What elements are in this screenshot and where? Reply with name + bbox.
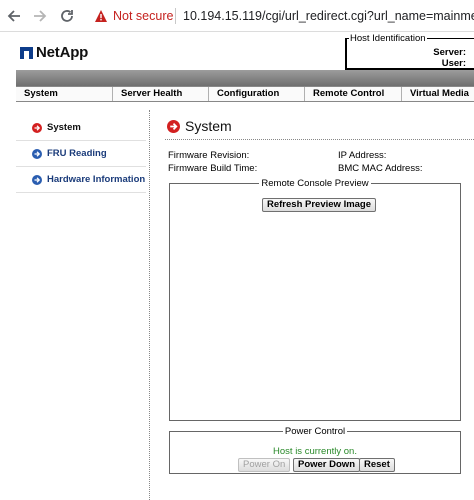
netapp-logo-icon [20,46,33,59]
host-identification-legend: Host Identification [349,33,427,44]
sidebar-item-hardware-information[interactable]: Hardware Information [16,167,146,193]
page-title-text: System [185,118,232,134]
blue-arrow-icon [32,174,42,185]
remote-console-preview-box: Remote Console Preview [169,178,461,421]
host-status-text: Host is currently on. [273,446,357,457]
user-label: User: [441,58,466,69]
menu-server-health[interactable]: Server Health [113,87,209,101]
power-down-button[interactable]: Power Down [293,458,361,472]
page-title: System [167,118,232,134]
sidebar-item-label: System [47,122,81,133]
reload-icon [61,10,73,22]
warning-icon [95,10,107,22]
firmware-build-time-label: Firmware Build Time: [168,163,258,174]
menu-system[interactable]: System [16,87,113,101]
reset-button[interactable]: Reset [359,458,395,472]
menu-configuration[interactable]: Configuration [209,87,305,101]
sidebar-item-fru-reading[interactable]: FRU Reading [16,141,146,167]
refresh-preview-button[interactable]: Refresh Preview Image [262,198,377,212]
sidebar-item-system[interactable]: System [16,115,146,141]
sidebar-item-label: Hardware Information [47,174,146,185]
back-button[interactable] [4,6,24,26]
host-identification-box: Host Identification Server: User: [345,33,474,70]
blue-arrow-icon [32,148,42,159]
arrow-left-icon [7,10,20,22]
red-arrow-icon [32,122,42,133]
server-label: Server: [433,47,466,58]
menu-remote-control[interactable]: Remote Control [305,87,402,101]
red-arrow-icon [167,119,180,133]
ip-address-label: IP Address: [338,150,387,161]
power-control-legend: Power Control [284,426,346,437]
power-on-button[interactable]: Power On [238,458,291,472]
bmc-mac-address-label: BMC MAC Address: [338,163,423,174]
browser-address-bar: Not secure 10.194.15.119/cgi/url_redirec… [0,0,474,32]
remote-console-legend: Remote Console Preview [261,178,369,189]
logo-text: NetApp [36,44,89,61]
arrow-right-icon [34,10,47,22]
firmware-revision-label: Firmware Revision: [168,150,250,161]
menu-virtual-media[interactable]: Virtual Media [402,87,474,101]
reload-button[interactable] [57,6,77,26]
forward-button[interactable] [30,6,50,26]
url-separator [175,8,176,24]
title-divider [165,139,474,140]
netapp-logo: NetApp [20,44,88,61]
not-secure-label[interactable]: Not secure [113,9,173,23]
url-text[interactable]: 10.194.15.119/cgi/url_redirect.cgi?url_n… [183,9,474,23]
sidebar: System FRU Reading Hardware Information [16,115,146,193]
top-menu: System Server Health Configuration Remot… [16,86,474,102]
sidebar-item-label: FRU Reading [47,148,107,159]
header-gray-bar [16,70,474,86]
sidebar-divider [149,110,150,500]
